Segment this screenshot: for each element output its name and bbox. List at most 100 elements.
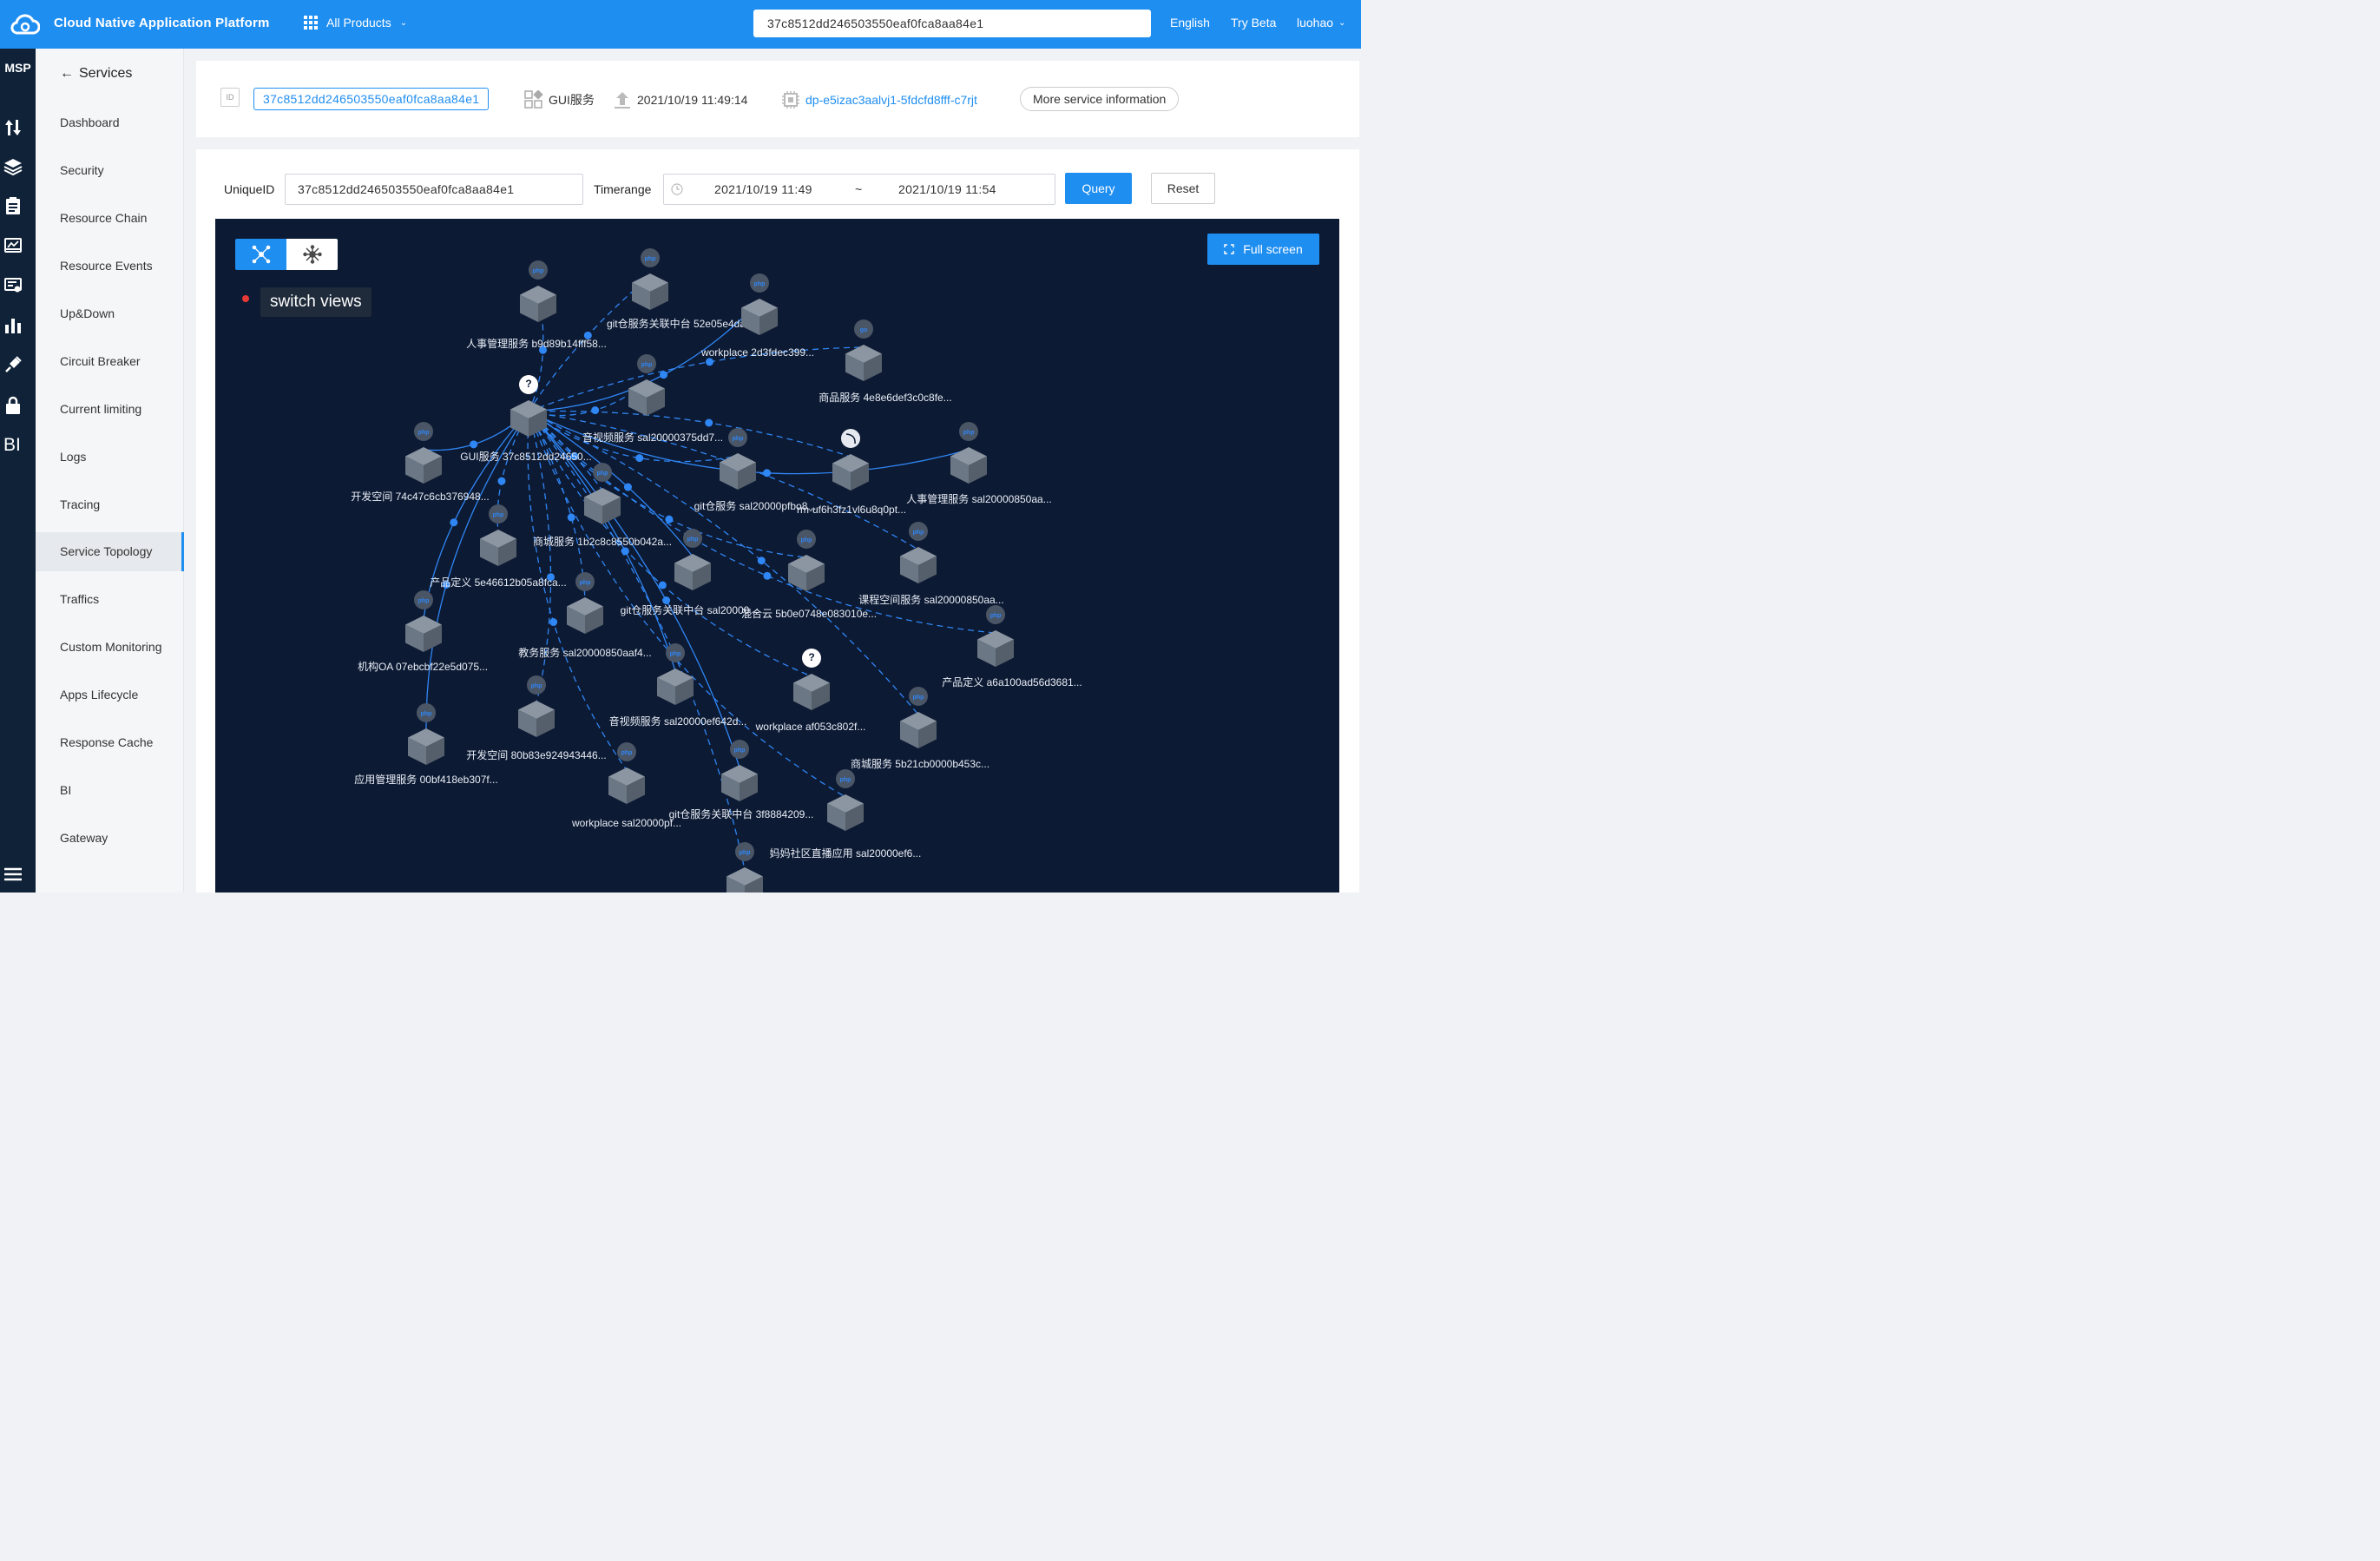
node-label-n3[interactable]: workplace 2d3fdec399... (700, 346, 814, 359)
sidebar-item-response-cache[interactable]: Response Cache (36, 723, 184, 762)
node-label-n9[interactable]: 人事管理服务 sal20000850aa... (906, 492, 1051, 505)
sidebar-item-logs[interactable]: Logs (36, 438, 184, 477)
topology-canvas[interactable]: ? GUI服务 37c8512dd24650... php 人事管理服务 b9d89b… (215, 219, 1339, 892)
topology-node-n19[interactable]: ? workplace af053c802f... (755, 649, 866, 733)
all-products-menu[interactable]: All Products ⌄ (304, 16, 407, 30)
topology-edge-n24[interactable] (528, 411, 740, 768)
sidebar-item-traffics[interactable]: Traffics (36, 580, 184, 619)
sidebar-item-up-down[interactable]: Up&Down (36, 294, 184, 333)
service-id-tag[interactable]: 37c8512dd246503550eaf0fca8aa84e1 (253, 88, 490, 110)
node-label-n20[interactable]: 开发空间 80b83e924943446... (466, 748, 606, 761)
sidebar-item-gateway[interactable]: Gateway (36, 819, 184, 858)
topology-node-n4[interactable]: go 商品服务 4e8e6def3c0c8fe... (819, 319, 952, 404)
sidebar-item-security[interactable]: Security (36, 151, 184, 190)
sidebar-item-bi[interactable]: BI (36, 771, 184, 810)
node-label-n21[interactable]: 应用管理服务 00bf418eb307f... (354, 773, 497, 786)
node-label-n4[interactable]: 商品服务 4e8e6def3c0c8fe... (819, 391, 951, 404)
node-label-n25[interactable]: 妈妈社区直播应用 sal20000ef6... (770, 846, 922, 860)
back-to-services[interactable]: ← Services (60, 66, 132, 82)
node-label-n6[interactable]: 开发空间 74c47c6cb376948... (351, 490, 489, 503)
node-label-n19[interactable]: workplace af053c802f... (755, 721, 866, 733)
deployment-link[interactable]: dp-e5izac3aalvj1-5fdcfd8fff-c7rjt (805, 93, 977, 107)
topology-node-n13[interactable]: php 混合云 5b0e0748e083010e... (741, 530, 877, 620)
graph-view-button[interactable] (235, 239, 286, 270)
node-label-gui[interactable]: GUI服务 37c8512dd24650... (460, 450, 591, 463)
sidebar-item-resource-events[interactable]: Resource Events (36, 247, 184, 286)
bi-icon[interactable]: BI (3, 434, 23, 453)
sidebar-item-service-topology[interactable]: Service Topology (36, 532, 184, 571)
plug-icon[interactable] (3, 355, 23, 374)
edge-traffic-dot (763, 571, 772, 580)
node-label-n5[interactable]: 音视频服务 sal20000375dd7... (582, 431, 723, 444)
cloud-logo-icon[interactable] (10, 12, 40, 36)
global-search-input[interactable] (753, 10, 1151, 37)
node-label-n13[interactable]: 混合云 5b0e0748e083010e... (741, 607, 877, 620)
timerange-picker[interactable]: 2021/10/19 11:49 ~ 2021/10/19 11:54 (663, 174, 1055, 205)
node-label-n16[interactable]: 教务服务 sal20000850aaf4... (518, 646, 651, 659)
node-badge-text: php (733, 436, 744, 442)
bar-chart-icon[interactable] (3, 316, 23, 335)
node-label-n12[interactable]: git仓服务关联中台 sal20000... (621, 603, 759, 616)
product-icon-rail: MSP BI (0, 49, 36, 892)
view-mode-toggle[interactable] (235, 239, 338, 270)
node-label-n17[interactable]: 产品定义 a6a100ad56d3681... (942, 675, 1082, 688)
node-label-n8[interactable]: rm-uf6h3fz1vl6u8q0pt... (797, 504, 906, 516)
lock-icon[interactable] (3, 396, 23, 415)
topology-node-n26[interactable]: php (726, 842, 763, 892)
deployment-pod[interactable]: dp-e5izac3aalvj1-5fdcfd8fff-c7rjt (781, 90, 977, 109)
sidebar-item-custom-monitoring[interactable]: Custom Monitoring (36, 628, 184, 667)
topology-node-n24[interactable]: php git仓服务关联中台 3f8884209... (669, 740, 814, 820)
topology-node-n21[interactable]: php 应用管理服务 00bf418eb307f... (354, 703, 498, 786)
node-label-n14[interactable]: 课程空间服务 sal20000850aa... (858, 593, 1003, 606)
query-button[interactable]: Query (1065, 173, 1132, 204)
topology-node-n15[interactable]: php 机构OA 07ebcbf22e5d075... (358, 590, 488, 673)
sidebar-item-dashboard[interactable]: Dashboard (36, 103, 184, 142)
sidebar-item-apps-lifecycle[interactable]: Apps Lifecycle (36, 675, 184, 715)
topology-edge-n26[interactable] (528, 411, 746, 871)
node-label-n24[interactable]: git仓服务关联中台 3f8884209... (669, 807, 814, 820)
node-label-n18[interactable]: 音视频服务 sal20000ef642d... (609, 715, 747, 728)
reset-button[interactable]: Reset (1151, 173, 1215, 204)
more-service-info-button[interactable]: More service information (1020, 87, 1180, 111)
topology-node-n3[interactable]: php workplace 2d3fdec399... (700, 273, 814, 359)
topology-node-n22[interactable]: php 商城服务 5b21cb0000b453c... (851, 687, 989, 770)
certificate-icon[interactable] (3, 276, 23, 295)
node-label-n22[interactable]: 商城服务 5b21cb0000b453c... (851, 757, 989, 770)
cluster-view-button[interactable] (286, 239, 338, 270)
node-label-n23[interactable]: workplace sal20000pf... (571, 817, 681, 829)
node-label-n15[interactable]: 机构OA 07ebcbf22e5d075... (358, 660, 488, 673)
chevron-down-icon: ⌄ (1338, 17, 1346, 28)
user-menu[interactable]: luohao ⌄ (1297, 16, 1345, 30)
topology-node-n2[interactable]: php git仓服务关联中台 52e05e4da... (607, 248, 754, 330)
node-label-n2[interactable]: git仓服务关联中台 52e05e4da... (607, 317, 754, 330)
unique-id-input[interactable]: 37c8512dd246503550eaf0fca8aa84e1 (285, 174, 583, 205)
time-end[interactable]: 2021/10/19 11:54 (898, 175, 996, 204)
language-selector[interactable]: English (1170, 16, 1210, 30)
app-title[interactable]: Cloud Native Application Platform (54, 16, 270, 30)
full-screen-button[interactable]: Full screen (1207, 234, 1319, 265)
sidebar-item-current-limiting[interactable]: Current limiting (36, 390, 184, 429)
topology-node-n9[interactable]: php 人事管理服务 sal20000850aa... (906, 422, 1052, 505)
menu-icon[interactable] (3, 865, 23, 884)
time-start[interactable]: 2021/10/19 11:49 (714, 175, 812, 204)
msp-label[interactable]: MSP (0, 61, 36, 75)
sidebar-item-resource-chain[interactable]: Resource Chain (36, 199, 184, 238)
topology-graph[interactable]: ? GUI服务 37c8512dd24650... php 人事管理服务 b9d89b… (215, 219, 1339, 892)
node-label-n11[interactable]: 产品定义 5e46612b05a8fca... (430, 576, 566, 589)
sort-arrows-icon[interactable] (3, 118, 23, 137)
services-sidebar: ← Services Dashboard Security Resource C… (36, 49, 184, 892)
monitor-icon[interactable] (3, 236, 23, 255)
node-label-n10[interactable]: 商城服务 1b2c8c8550b042a... (533, 535, 672, 548)
layers-icon[interactable] (3, 157, 23, 176)
topology-node-n14[interactable]: php 课程空间服务 sal20000850aa... (858, 522, 1004, 606)
topology-node-n20[interactable]: php 开发空间 80b83e924943446... (466, 675, 607, 761)
topology-node-n17[interactable]: php 产品定义 a6a100ad56d3681... (942, 605, 1082, 688)
clipboard-icon[interactable] (3, 196, 23, 215)
topology-node-n10[interactable]: php 商城服务 1b2c8c8550b042a... (533, 463, 672, 548)
try-beta-link[interactable]: Try Beta (1231, 16, 1276, 30)
sidebar-item-tracing[interactable]: Tracing (36, 485, 184, 524)
sidebar-item-circuit-breaker[interactable]: Circuit Breaker (36, 342, 184, 381)
edge-traffic-dot (705, 418, 713, 427)
topology-edge-n16[interactable] (528, 411, 586, 601)
node-label-n1[interactable]: 人事管理服务 b9d89b14fff58... (466, 337, 607, 350)
